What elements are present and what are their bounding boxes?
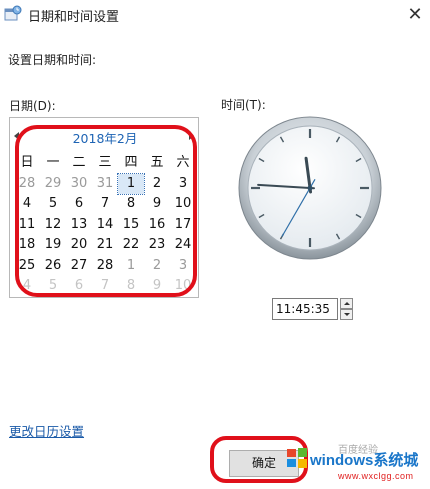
watermark-url: www.wxclgg.com xyxy=(338,471,414,481)
calendar-day-selected[interactable]: 1 xyxy=(117,172,145,195)
date-label: 日期(D): xyxy=(9,99,56,113)
calendar-day[interactable]: 2 xyxy=(144,174,170,195)
watermark: 百度经验 windows系统城 www.wxclgg.com xyxy=(282,441,430,489)
calendar-day[interactable]: 8 xyxy=(118,194,144,215)
next-month-icon[interactable] xyxy=(189,132,194,140)
calendar-week-row: 25 26 27 28 1 2 3 xyxy=(14,256,196,277)
calendar-day[interactable]: 22 xyxy=(118,235,144,256)
calendar-day[interactable]: 3 xyxy=(170,174,196,195)
calendar-day[interactable]: 15 xyxy=(118,215,144,236)
weekday-header-row: 日 一 二 三 四 五 六 xyxy=(14,153,196,174)
weekday-header: 一 xyxy=(46,155,60,170)
time-increase-button[interactable] xyxy=(340,298,353,309)
watermark-text: windows系统城 xyxy=(310,452,419,469)
calendar-day[interactable]: 31 xyxy=(92,174,118,195)
close-icon: ✕ xyxy=(407,4,423,25)
calendar-day[interactable]: 16 xyxy=(144,215,170,236)
analog-clock xyxy=(238,116,382,260)
calendar-day[interactable]: 7 xyxy=(92,276,118,297)
time-decrease-button[interactable] xyxy=(340,309,353,320)
calendar-day[interactable]: 19 xyxy=(40,235,66,256)
calendar-weeks: 28 29 30 31 1 2 3 4 5 6 7 8 9 10 11 12 13 14 15 16 17 18 19 20 2… xyxy=(14,172,196,297)
calendar-day[interactable]: 21 xyxy=(92,235,118,256)
calendar-day[interactable]: 24 xyxy=(170,235,196,256)
calendar-grid: 日 一 二 三 四 五 六 28 29 30 31 1 2 3 4 5 6 7 8 9 10 11 12 13 1… xyxy=(14,153,196,297)
weekday-header: 六 xyxy=(176,155,190,170)
calendar-day[interactable]: 10 xyxy=(170,276,196,297)
change-calendar-settings-link[interactable]: 更改日历设置 xyxy=(9,421,84,440)
calendar-day[interactable]: 6 xyxy=(66,194,92,215)
previous-month-icon[interactable] xyxy=(14,132,19,140)
calendar-week-row: 11 12 13 14 15 16 17 xyxy=(14,215,196,236)
calendar-day[interactable]: 5 xyxy=(40,194,66,215)
calendar-day[interactable]: 20 xyxy=(66,235,92,256)
calendar-day[interactable]: 29 xyxy=(40,174,66,195)
title-bar: 日期和时间设置 ✕ xyxy=(0,0,430,30)
calendar-day[interactable]: 7 xyxy=(92,194,118,215)
calendar-week-row: 4 5 6 7 8 9 10 xyxy=(14,276,196,297)
calendar-day[interactable]: 9 xyxy=(144,194,170,215)
calendar-day[interactable]: 4 xyxy=(14,276,40,297)
calendar-day[interactable]: 26 xyxy=(40,256,66,277)
weekday-header: 五 xyxy=(150,155,164,170)
close-button[interactable]: ✕ xyxy=(400,0,430,30)
calendar-day[interactable]: 14 xyxy=(92,215,118,236)
calendar-day[interactable]: 3 xyxy=(170,256,196,277)
calendar-day[interactable]: 10 xyxy=(170,194,196,215)
date-time-settings-icon xyxy=(4,5,22,21)
calendar-day[interactable]: 5 xyxy=(40,276,66,297)
calendar-day[interactable]: 8 xyxy=(118,276,144,297)
calendar-month-title[interactable]: 2018年2月 xyxy=(50,128,160,147)
calendar-day[interactable]: 28 xyxy=(14,174,40,195)
calendar[interactable]: 2018年2月 日 一 二 三 四 五 六 28 29 30 31 1 2 3 4 5 6 7 8 9 1… xyxy=(9,117,199,298)
calendar-day[interactable]: 25 xyxy=(14,256,40,277)
calendar-day[interactable]: 13 xyxy=(66,215,92,236)
calendar-day[interactable]: 23 xyxy=(144,235,170,256)
calendar-day[interactable]: 9 xyxy=(144,276,170,297)
calendar-day[interactable]: 6 xyxy=(66,276,92,297)
calendar-week-row: 18 19 20 21 22 23 24 xyxy=(14,235,196,256)
calendar-day[interactable]: 1 xyxy=(118,256,144,277)
calendar-week-row: 28 29 30 31 1 2 3 xyxy=(14,172,196,195)
calendar-day[interactable]: 17 xyxy=(170,215,196,236)
calendar-day[interactable]: 11 xyxy=(14,215,40,236)
windows-logo-icon xyxy=(287,448,307,468)
calendar-day[interactable]: 28 xyxy=(92,256,118,277)
calendar-day[interactable]: 2 xyxy=(144,256,170,277)
calendar-day[interactable]: 27 xyxy=(66,256,92,277)
weekday-header: 四 xyxy=(124,155,138,170)
weekday-header: 日 xyxy=(20,155,34,170)
calendar-week-row: 4 5 6 7 8 9 10 xyxy=(14,194,196,215)
weekday-header: 二 xyxy=(72,155,86,170)
calendar-day[interactable]: 30 xyxy=(66,174,92,195)
calendar-day[interactable]: 4 xyxy=(14,194,40,215)
time-label: 时间(T): xyxy=(221,98,266,112)
calendar-day[interactable]: 12 xyxy=(40,215,66,236)
time-spinner: 11:45:35 xyxy=(272,298,354,320)
calendar-day[interactable]: 18 xyxy=(14,235,40,256)
window-title: 日期和时间设置 xyxy=(28,10,120,25)
time-input[interactable]: 11:45:35 xyxy=(272,298,338,320)
set-date-time-heading: 设置日期和时间: xyxy=(8,53,97,67)
clock-center xyxy=(307,185,313,191)
weekday-header: 三 xyxy=(98,155,112,170)
